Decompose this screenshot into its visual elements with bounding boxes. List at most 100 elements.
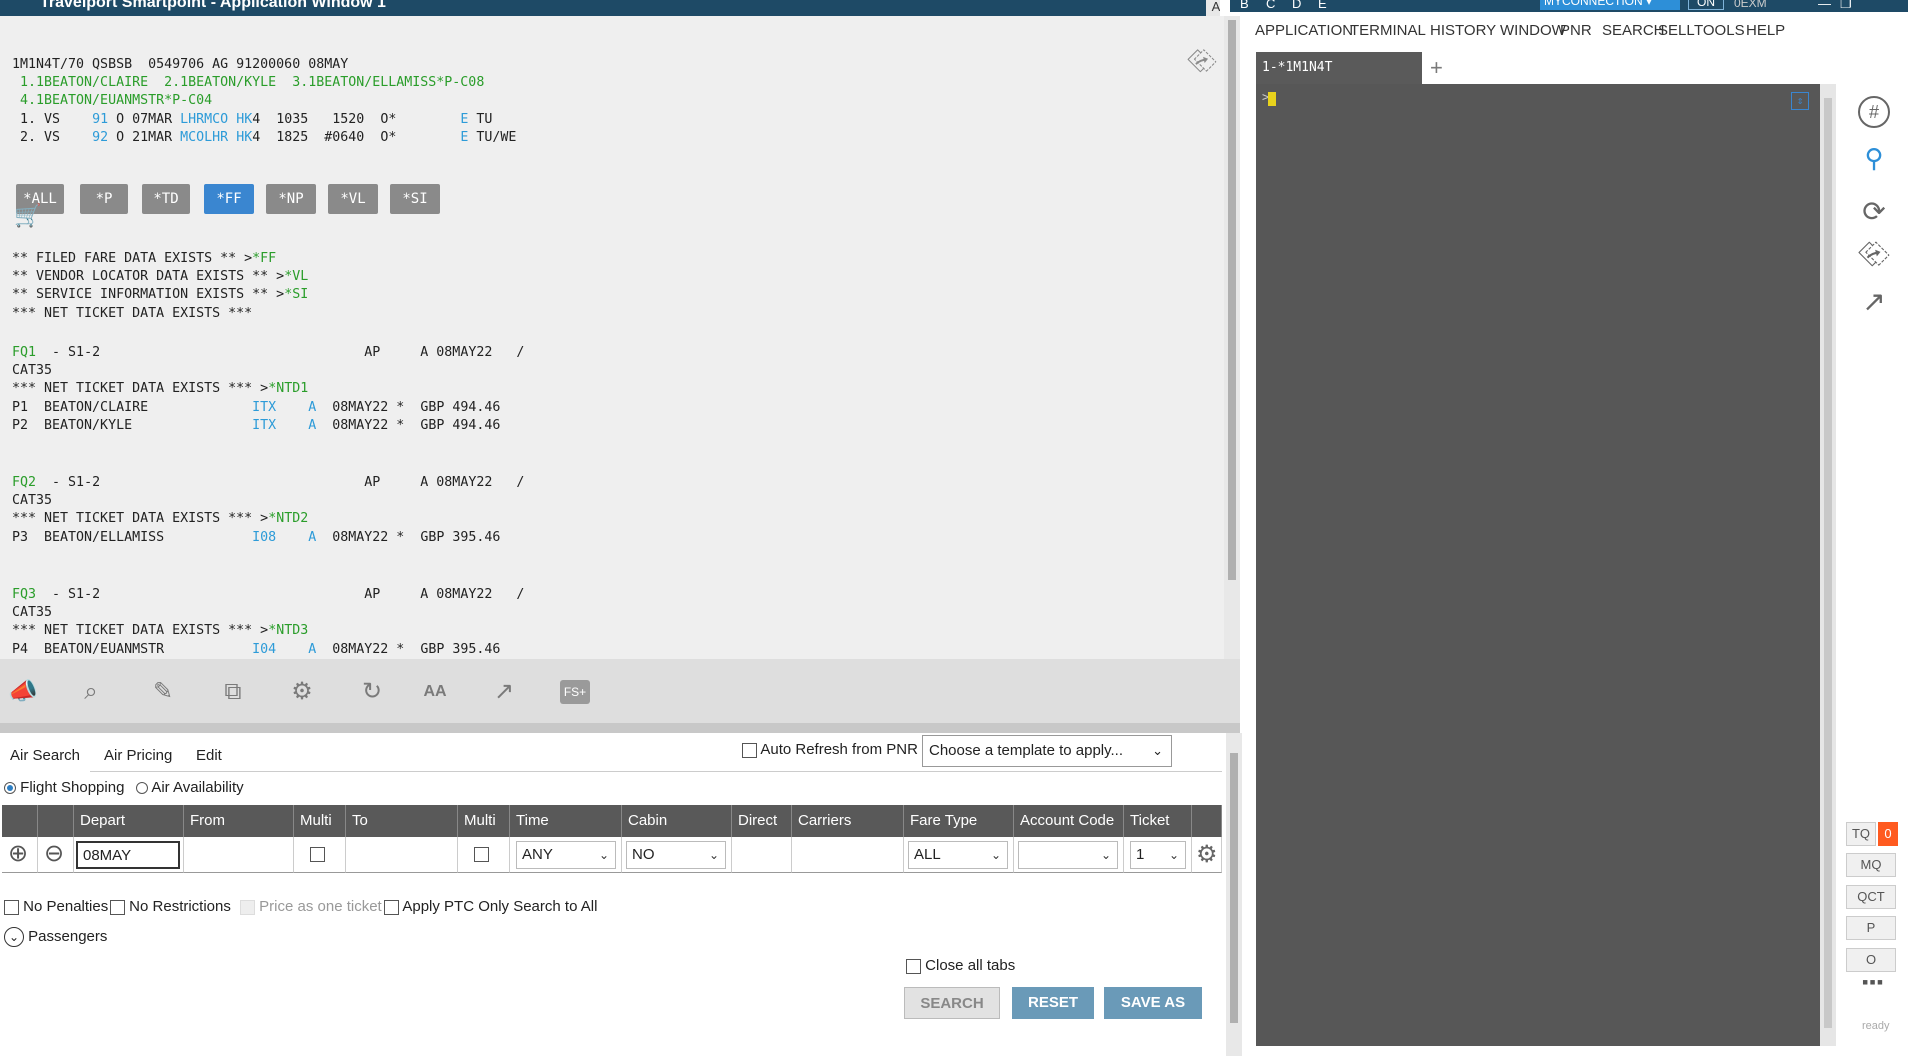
window-corner-label[interactable]: A (1206, 0, 1220, 16)
fare-type-select[interactable]: ALL ⌄ (908, 841, 1008, 869)
external-link-icon[interactable]: ↗ (489, 677, 519, 707)
workspace-c[interactable]: C (1266, 0, 1275, 11)
menu-search[interactable]: SEARCH (1602, 22, 1665, 39)
connection-status[interactable]: ON (1688, 0, 1724, 10)
expand-icon[interactable]: ⇕ (1791, 92, 1809, 110)
terminal-scroll-thumb[interactable] (1824, 98, 1832, 1028)
qct-button[interactable]: QCT (1846, 885, 1896, 909)
option-apply-ptc[interactable]: Apply PTC Only Search to All (384, 898, 597, 915)
pnr-scroll-thumb[interactable] (1228, 20, 1236, 580)
text-segment: - S1-2 AP A 08MAY22 / (36, 475, 525, 490)
p-button[interactable]: P (1846, 916, 1896, 940)
auto-refresh-option[interactable]: Auto Refresh from PNR (742, 741, 918, 758)
maximize-icon[interactable]: ❐ (1840, 0, 1852, 12)
cabin-select[interactable]: NO ⌄ (626, 841, 726, 869)
workspace-e[interactable]: E (1318, 0, 1327, 11)
quick-button[interactable]: *VL (328, 184, 378, 214)
auto-refresh-checkbox[interactable] (742, 742, 757, 758)
add-tab-icon[interactable]: + (1430, 56, 1454, 80)
mq-button[interactable]: MQ (1846, 853, 1896, 877)
no-penalties-checkbox[interactable] (4, 899, 19, 915)
workspace-b[interactable]: B (1240, 0, 1249, 11)
form-scroll-thumb[interactable] (1230, 753, 1238, 1023)
ticket-icon[interactable]: ⎘ (1184, 43, 1220, 79)
multi-from-checkbox[interactable] (310, 847, 325, 862)
tab-edit[interactable]: Edit (186, 743, 232, 773)
minimize-icon[interactable]: — (1818, 0, 1831, 11)
close-all-tabs-option[interactable]: Close all tabs (906, 957, 1015, 974)
tab-air-pricing[interactable]: Air Pricing (94, 743, 182, 773)
mode-air-availability[interactable]: Air Availability (136, 779, 244, 796)
quick-button[interactable]: *TD (142, 184, 190, 214)
option-no-restrictions[interactable]: No Restrictions (110, 898, 231, 915)
header-blank-2 (38, 805, 74, 837)
depart-input[interactable]: 08MAY (76, 841, 180, 869)
direct-input[interactable] (732, 837, 792, 873)
form-scrollbar[interactable] (1226, 733, 1242, 1056)
cart-icon[interactable]: 🛒 (14, 205, 41, 227)
radio-unchecked[interactable] (136, 782, 148, 795)
add-row-icon[interactable]: ⊕ (8, 841, 28, 867)
menu-history[interactable]: HISTORY (1430, 22, 1496, 39)
close-all-tabs-checkbox[interactable] (906, 958, 921, 974)
menu-window[interactable]: WINDOW (1500, 22, 1566, 39)
fs-plus-icon[interactable]: FS+ (560, 680, 590, 704)
header-account-code: Account Code (1014, 805, 1124, 837)
terminal-tab[interactable]: 1-*1M1N4T (1256, 52, 1422, 84)
hash-icon[interactable]: # (1858, 96, 1890, 128)
quick-button[interactable]: *NP (266, 184, 316, 214)
menu-application[interactable]: APPLICATION (1255, 22, 1353, 39)
quick-button[interactable]: *P (80, 184, 128, 214)
quick-button[interactable]: *SI (390, 184, 440, 214)
fare-line: P3 BEATON/ELLAMISS I08 A 08MAY22 * GBP 3… (12, 529, 500, 547)
workspace-d[interactable]: D (1292, 0, 1301, 11)
search-icon[interactable]: ⌕ (76, 677, 106, 707)
reset-button[interactable]: RESET (1012, 987, 1094, 1019)
search-button[interactable]: SEARCH (904, 987, 1000, 1019)
megaphone-icon[interactable]: 📣 (8, 677, 38, 707)
location-pin-icon[interactable]: ⚲ (1858, 142, 1890, 174)
sync-icon[interactable]: ⟳ (1858, 196, 1890, 228)
quick-button[interactable]: *FF (204, 184, 254, 214)
menu-tools[interactable]: TOOLS (1694, 22, 1745, 39)
passengers-toggle[interactable]: ⌄ Passengers (4, 927, 107, 947)
ticket-select[interactable]: 1 ⌄ (1130, 841, 1186, 869)
menu-pnr[interactable]: PNR (1560, 22, 1592, 39)
mode-flight-shopping[interactable]: Flight Shopping (4, 779, 124, 796)
apply-ptc-checkbox[interactable] (384, 899, 399, 915)
copy-icon[interactable]: ⧉ (218, 677, 248, 707)
menu-terminal[interactable]: TERMINAL (1350, 22, 1426, 39)
more-icon[interactable]: ▪▪▪ (1862, 972, 1884, 993)
ticket-icon[interactable]: ⎘ (1851, 231, 1896, 276)
account-code-select[interactable]: ⌄ (1018, 841, 1118, 869)
menu-help[interactable]: HELP (1746, 22, 1785, 39)
refresh-icon[interactable]: ↻ (357, 677, 387, 707)
tq-button[interactable]: TQ (1846, 822, 1876, 846)
no-restrictions-checkbox[interactable] (110, 899, 125, 915)
chevron-down-icon[interactable]: ⌄ (4, 927, 24, 947)
gear-icon[interactable]: ⚙ (287, 677, 317, 707)
terminal-window[interactable]: > ⇕ (1256, 84, 1820, 1046)
gear-icon[interactable]: ⚙ (1196, 841, 1218, 869)
multi-1-cell (294, 837, 346, 873)
tab-air-search[interactable]: Air Search (0, 743, 91, 773)
terminal-scrollbar[interactable] (1820, 84, 1836, 1046)
pnr-scrollbar[interactable] (1224, 16, 1240, 659)
to-input[interactable] (346, 837, 458, 873)
template-select[interactable]: Choose a template to apply... ⌄ (922, 735, 1172, 767)
radio-checked[interactable] (4, 782, 16, 795)
save-as-button[interactable]: SAVE AS (1104, 987, 1202, 1019)
font-size-icon[interactable]: AA (420, 677, 450, 707)
pencil-icon[interactable]: ✎ (148, 677, 178, 707)
multi-to-checkbox[interactable] (474, 847, 489, 862)
option-no-penalties[interactable]: No Penalties (4, 898, 108, 915)
panel-divider[interactable] (0, 723, 1240, 733)
o-button[interactable]: O (1846, 948, 1896, 972)
menu-sell[interactable]: SELL (1658, 22, 1695, 39)
connection-select[interactable]: MYCONNECTION ▾ (1540, 0, 1680, 10)
external-link-icon[interactable]: ↗ (1858, 286, 1890, 318)
remove-row-icon[interactable]: ⊖ (44, 841, 64, 867)
time-select[interactable]: ANY ⌄ (516, 841, 616, 869)
carriers-input[interactable] (792, 837, 904, 873)
from-input[interactable] (184, 837, 294, 873)
